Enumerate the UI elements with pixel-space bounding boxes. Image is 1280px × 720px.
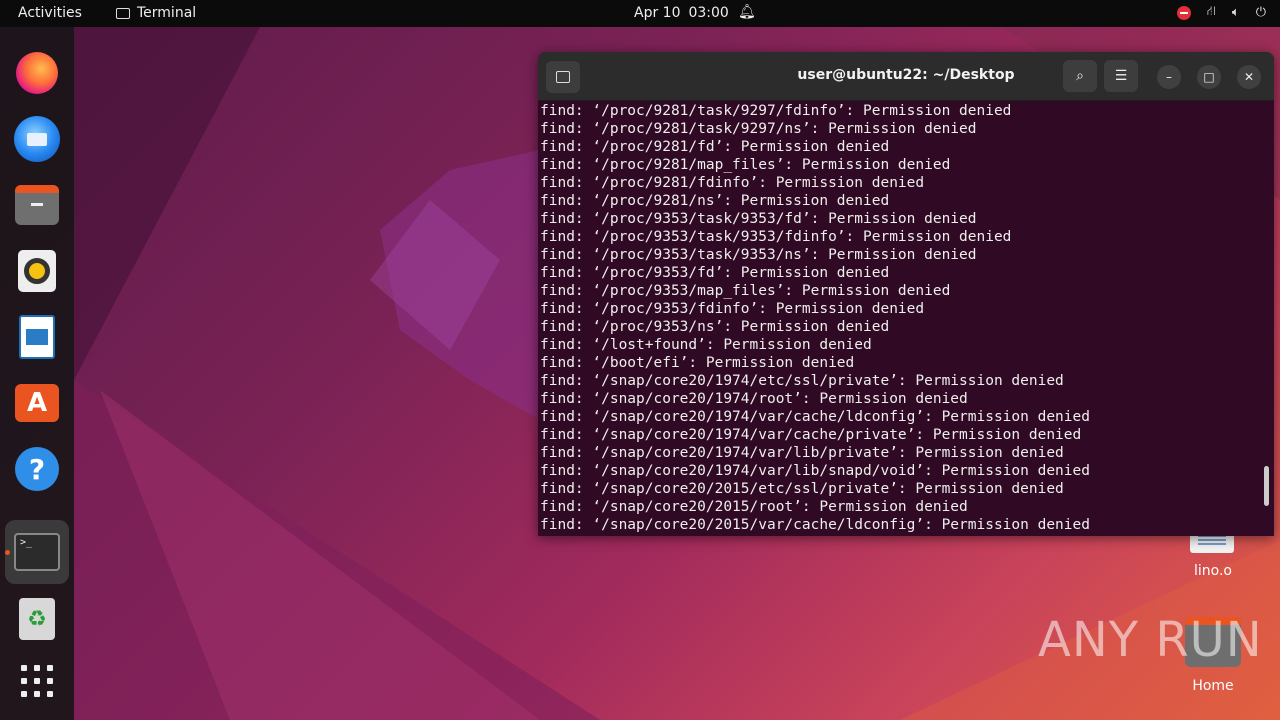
terminal-line: find: ‘/proc/9353/task/9353/fd’: Permiss… — [540, 211, 977, 227]
do-not-disturb-icon[interactable] — [1176, 5, 1191, 20]
scrollbar[interactable] — [1264, 466, 1269, 506]
maximize-button[interactable]: □ — [1197, 65, 1221, 89]
terminal-line: find: ‘/proc/9353/map_files’: Permission… — [540, 283, 951, 299]
top-bar: Activities Terminal Apr 10 03:00 🔔︎ ⛙ 🔈︎… — [0, 0, 1280, 27]
time-label: 03:00 — [688, 5, 729, 21]
minimize-icon: – — [1166, 70, 1172, 84]
hamburger-icon: ☰ — [1114, 68, 1128, 84]
running-indicator — [5, 550, 10, 555]
dock-app-center[interactable]: A — [13, 379, 61, 427]
dock-trash[interactable]: ♻ — [13, 595, 61, 643]
writer-icon — [19, 315, 55, 359]
terminal-line: find: ‘/snap/core20/1974/var/cache/priva… — [540, 427, 1082, 443]
search-button[interactable]: ⌕ — [1063, 60, 1097, 92]
terminal-line: find: ‘/proc/9281/task/9297/ns’: Permiss… — [540, 121, 977, 137]
terminal-icon: >_ — [14, 533, 60, 571]
menu-button[interactable]: ☰ — [1104, 60, 1138, 92]
terminal-line: find: ‘/proc/9281/map_files’: Permission… — [540, 157, 951, 173]
close-icon: ✕ — [1243, 70, 1255, 84]
terminal-line: find: ‘/snap/core20/1974/var/lib/snapd/v… — [540, 463, 1090, 479]
close-button[interactable]: ✕ — [1237, 65, 1261, 89]
terminal-line: find: ‘/proc/9353/fdinfo’: Permission de… — [540, 301, 925, 317]
activities-button[interactable]: Activities — [18, 5, 82, 21]
terminal-line: find: ‘/snap/core20/2015/var/cache/ldcon… — [540, 517, 1090, 533]
dock: A ? >_ ♻ — [0, 27, 74, 720]
desktop-icon-label[interactable]: Home — [1182, 678, 1244, 694]
system-tray[interactable]: ⛙ 🔈︎ ⏻ — [1176, 4, 1266, 21]
firefox-icon — [16, 52, 58, 94]
rhythmbox-icon — [18, 250, 56, 292]
terminal-line: find: ‘/snap/core20/1974/root’: Permissi… — [540, 391, 968, 407]
desktop-icon-label[interactable]: lino.o — [1182, 563, 1244, 579]
thunderbird-icon — [14, 116, 60, 162]
terminal-line: find: ‘/proc/9281/ns’: Permission denied — [540, 193, 890, 209]
show-applications-button[interactable] — [13, 657, 61, 705]
terminal-line: find: ‘/snap/core20/1974/var/lib/private… — [540, 445, 1064, 461]
volume-icon[interactable]: 🔈︎ — [1232, 5, 1240, 20]
terminal-icon — [116, 7, 130, 19]
app-menu[interactable]: Terminal — [116, 5, 196, 21]
app-grid-icon — [21, 665, 53, 697]
date-label: Apr 10 — [634, 5, 681, 21]
terminal-line: find: ‘/proc/9353/task/9353/ns’: Permiss… — [540, 247, 977, 263]
dock-firefox[interactable] — [13, 49, 61, 97]
app-center-icon: A — [15, 384, 59, 422]
help-icon: ? — [15, 447, 59, 491]
search-icon: ⌕ — [1076, 68, 1084, 84]
dock-files[interactable] — [13, 181, 61, 229]
dock-help[interactable]: ? — [13, 445, 61, 493]
terminal-window: user@ubuntu22: ~/Desktop ⌕ ☰ – □ ✕ find:… — [538, 52, 1274, 536]
terminal-line: find: ‘/proc/9281/fdinfo’: Permission de… — [540, 175, 925, 191]
dock-terminal[interactable]: >_ — [13, 528, 61, 576]
trash-icon: ♻ — [19, 598, 55, 640]
dock-writer[interactable] — [13, 313, 61, 361]
maximize-icon: □ — [1203, 70, 1215, 84]
terminal-line: find: ‘/boot/efi’: Permission denied — [540, 355, 855, 371]
bell-icon[interactable]: 🔔︎ — [738, 4, 756, 20]
terminal-line: find: ‘/snap/core20/1974/var/cache/ldcon… — [540, 409, 1090, 425]
title-bar[interactable]: user@ubuntu22: ~/Desktop ⌕ ☰ – □ ✕ — [538, 52, 1274, 101]
minimize-button[interactable]: – — [1157, 65, 1181, 89]
terminal-line: find: ‘/proc/9281/task/9297/fdinfo’: Per… — [540, 103, 1012, 119]
network-icon[interactable]: ⛙ — [1207, 4, 1216, 21]
terminal-line: find: ‘/proc/9353/task/9353/fdinfo’: Per… — [540, 229, 1012, 245]
terminal-line: find: ‘/lost+found’: Permission denied — [540, 337, 872, 353]
terminal-line: find: ‘/snap/core20/2015/etc/ssl/private… — [540, 481, 1064, 497]
app-name: Terminal — [137, 5, 197, 21]
power-icon[interactable]: ⏻ — [1256, 5, 1266, 20]
clock[interactable]: Apr 10 03:00 — [634, 5, 729, 21]
terminal-line: find: ‘/proc/9353/fd’: Permission denied — [540, 265, 890, 281]
terminal-line: find: ‘/proc/9353/ns’: Permission denied — [540, 319, 890, 335]
terminal-line: find: ‘/snap/core20/1974/etc/ssl/private… — [540, 373, 1064, 389]
terminal-output[interactable]: find: ‘/proc/9281/task/9297/fdinfo’: Per… — [540, 100, 1260, 536]
dock-rhythmbox[interactable] — [13, 247, 61, 295]
watermark: ANY RUN — [1038, 612, 1263, 668]
terminal-line: find: ‘/snap/core20/2015/root’: Permissi… — [540, 499, 968, 515]
files-icon — [15, 185, 59, 225]
dock-thunderbird[interactable] — [13, 115, 61, 163]
terminal-line: find: ‘/proc/9281/fd’: Permission denied — [540, 139, 890, 155]
